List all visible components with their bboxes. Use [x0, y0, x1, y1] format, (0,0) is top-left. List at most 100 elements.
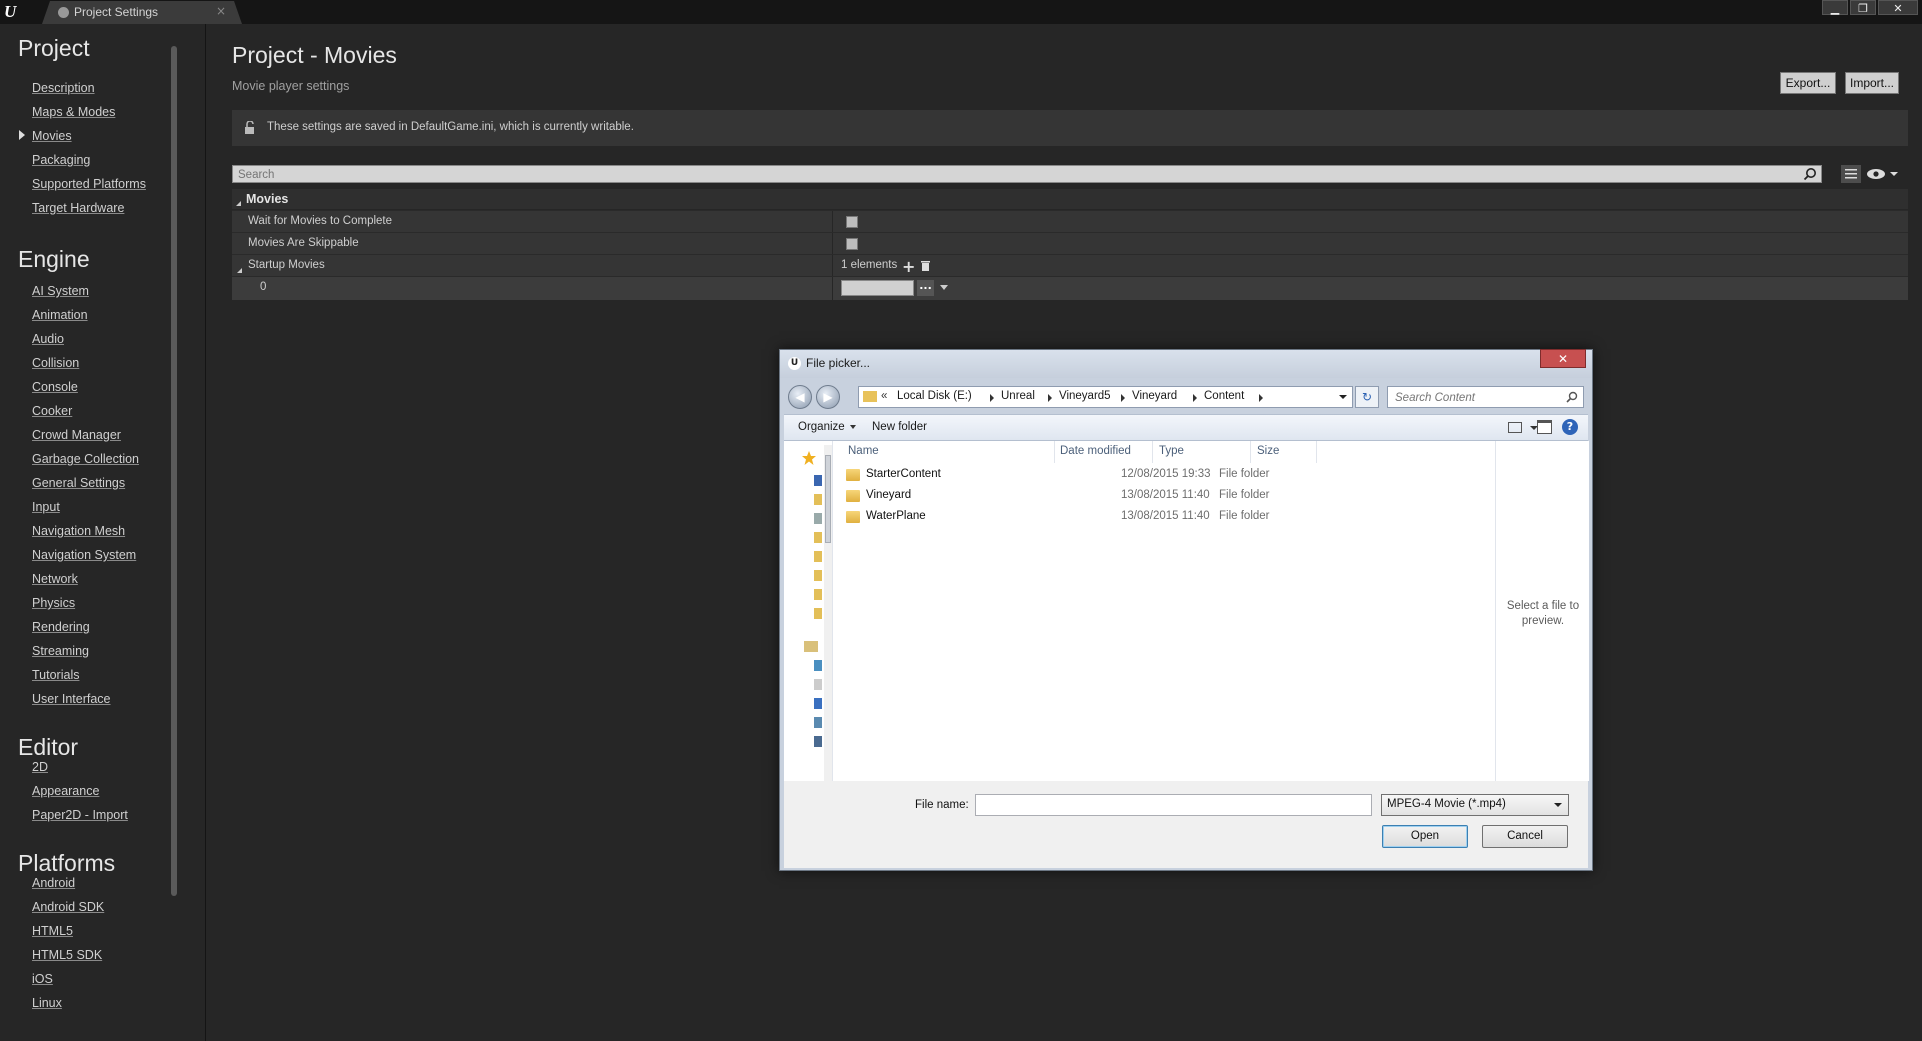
- breadcrumb-unreal[interactable]: Unreal: [1001, 390, 1035, 402]
- breadcrumb-vineyard[interactable]: Vineyard: [1132, 390, 1177, 402]
- sidebar-item-streaming[interactable]: Streaming: [32, 644, 89, 658]
- videos-icon[interactable]: [814, 736, 822, 747]
- folder-icon[interactable]: [814, 551, 822, 562]
- address-bar[interactable]: « Local Disk (E:) Unreal Vineyard5 Viney…: [858, 386, 1353, 408]
- address-dropdown-icon[interactable]: [1339, 395, 1347, 399]
- sidebar-item-ios[interactable]: iOS: [32, 972, 53, 986]
- sidebar-item-2d[interactable]: 2D: [32, 760, 48, 774]
- sidebar-item-cooker[interactable]: Cooker: [32, 404, 72, 418]
- forward-button[interactable]: ▶: [816, 385, 840, 409]
- recent-places-icon[interactable]: [814, 513, 822, 524]
- restore-button[interactable]: ❐: [1850, 0, 1876, 15]
- sidebar-item-garbage-collection[interactable]: Garbage Collection: [32, 452, 139, 466]
- open-button[interactable]: Open: [1382, 825, 1468, 848]
- sidebar-item-rendering[interactable]: Rendering: [32, 620, 90, 634]
- file-row-vineyard[interactable]: Vineyard 13/08/2015 11:40 File folder: [846, 486, 1366, 506]
- minimize-button[interactable]: ▁: [1822, 0, 1848, 15]
- sidebar-item-appearance[interactable]: Appearance: [32, 784, 99, 798]
- breadcrumb-local-disk[interactable]: Local Disk (E:): [897, 390, 972, 402]
- eye-visibility-icon[interactable]: [1866, 165, 1898, 183]
- file-name-input[interactable]: [975, 794, 1372, 816]
- sidebar-item-supported-platforms[interactable]: Supported Platforms: [32, 177, 146, 191]
- sidebar-item-android-sdk[interactable]: Android SDK: [32, 900, 104, 914]
- sidebar-item-description[interactable]: Description: [32, 81, 95, 95]
- close-window-button[interactable]: ✕: [1878, 0, 1918, 15]
- folder-icon[interactable]: [814, 589, 822, 600]
- category-movies[interactable]: Movies: [232, 189, 1908, 209]
- sidebar-item-movies[interactable]: Movies: [32, 129, 72, 143]
- settings-search-input[interactable]: [236, 167, 1780, 183]
- collapse-arrow-icon[interactable]: [237, 263, 242, 273]
- folder-icon[interactable]: [814, 608, 822, 619]
- sidebar-item-navigation-mesh[interactable]: Navigation Mesh: [32, 524, 125, 538]
- back-button[interactable]: ◀: [788, 385, 812, 409]
- breadcrumb-arrow-icon[interactable]: [1193, 394, 1197, 402]
- view-grid-icon[interactable]: [1841, 165, 1861, 183]
- breadcrumb-arrow-icon[interactable]: [990, 394, 994, 402]
- desktop-icon[interactable]: [814, 475, 822, 486]
- sidebar-item-audio[interactable]: Audio: [32, 332, 64, 346]
- breadcrumb-vineyard5[interactable]: Vineyard5: [1059, 390, 1111, 402]
- export-button[interactable]: Export...: [1780, 72, 1836, 94]
- trash-icon[interactable]: [921, 260, 930, 271]
- sidebar-item-crowd-manager[interactable]: Crowd Manager: [32, 428, 121, 442]
- sidebar-item-target-hardware[interactable]: Target Hardware: [32, 201, 124, 215]
- documents-icon[interactable]: [814, 660, 822, 671]
- sidebar-item-console[interactable]: Console: [32, 380, 78, 394]
- sidebar-item-user-interface[interactable]: User Interface: [32, 692, 111, 706]
- preview-pane-icon[interactable]: [1537, 420, 1552, 434]
- refresh-button[interactable]: ↻: [1355, 386, 1379, 408]
- column-type[interactable]: Type: [1159, 445, 1184, 457]
- file-row-waterplane[interactable]: WaterPlane 13/08/2015 11:40 File folder: [846, 507, 1366, 527]
- breadcrumb-content[interactable]: Content: [1204, 390, 1244, 402]
- pictures-icon[interactable]: [814, 717, 822, 728]
- sidebar-item-linux[interactable]: Linux: [32, 996, 62, 1010]
- file-row-startercontent[interactable]: StarterContent 12/08/2015 19:33 File fol…: [846, 465, 1366, 485]
- sidebar-item-html5-sdk[interactable]: HTML5 SDK: [32, 948, 102, 962]
- files-icon[interactable]: [814, 679, 822, 690]
- import-button[interactable]: Import...: [1845, 72, 1899, 94]
- cancel-button[interactable]: Cancel: [1482, 825, 1568, 848]
- sidebar-item-paper2d-import[interactable]: Paper2D - Import: [32, 808, 128, 822]
- search-icon[interactable]: [1803, 167, 1817, 181]
- search-icon[interactable]: [1566, 391, 1578, 403]
- file-type-select[interactable]: MPEG-4 Movie (*.mp4): [1381, 794, 1569, 816]
- column-date-modified[interactable]: Date modified: [1060, 445, 1131, 457]
- folder-icon[interactable]: [814, 570, 822, 581]
- tab-close-icon[interactable]: ×: [216, 4, 226, 18]
- help-icon[interactable]: ?: [1562, 419, 1578, 435]
- change-view-icon[interactable]: [1508, 422, 1522, 433]
- column-name[interactable]: Name: [848, 445, 879, 457]
- new-folder-button[interactable]: New folder: [872, 421, 927, 433]
- libraries-icon[interactable]: [804, 641, 818, 652]
- sidebar-item-android[interactable]: Android: [32, 876, 75, 890]
- sidebar-item-input[interactable]: Input: [32, 500, 60, 514]
- wait-for-movies-checkbox[interactable]: [846, 216, 858, 228]
- breadcrumb-overflow[interactable]: «: [881, 390, 887, 402]
- breadcrumb-arrow-icon[interactable]: [1121, 394, 1125, 402]
- movies-skippable-checkbox[interactable]: [846, 238, 858, 250]
- breadcrumb-arrow-icon[interactable]: [1259, 394, 1263, 402]
- sidebar-scrollbar[interactable]: [171, 46, 177, 896]
- breadcrumb-arrow-icon[interactable]: [1048, 394, 1052, 402]
- dialog-search-input[interactable]: [1393, 390, 1562, 406]
- add-element-icon[interactable]: +: [902, 257, 915, 276]
- sidebar-item-collision[interactable]: Collision: [32, 356, 79, 370]
- sidebar-item-general-settings[interactable]: General Settings: [32, 476, 125, 490]
- sidebar-item-maps-modes[interactable]: Maps & Modes: [32, 105, 115, 119]
- favorites-star-icon[interactable]: [802, 451, 816, 465]
- sidebar-item-tutorials[interactable]: Tutorials: [32, 668, 79, 682]
- sidebar-item-packaging[interactable]: Packaging: [32, 153, 90, 167]
- organize-button[interactable]: Organize: [798, 421, 856, 433]
- movie-path-input[interactable]: [841, 280, 914, 296]
- music-icon[interactable]: [814, 698, 822, 709]
- nav-pane-scroll-thumb[interactable]: [825, 455, 831, 543]
- tab-project-settings[interactable]: Project Settings ×: [42, 1, 242, 24]
- column-size[interactable]: Size: [1257, 445, 1279, 457]
- sidebar-item-physics[interactable]: Physics: [32, 596, 75, 610]
- dialog-close-button[interactable]: ✕: [1540, 349, 1586, 368]
- dropdown-arrow-icon[interactable]: [940, 285, 948, 290]
- browse-button[interactable]: ...: [917, 280, 934, 296]
- sidebar-item-ai-system[interactable]: AI System: [32, 284, 89, 298]
- sidebar-item-navigation-system[interactable]: Navigation System: [32, 548, 136, 562]
